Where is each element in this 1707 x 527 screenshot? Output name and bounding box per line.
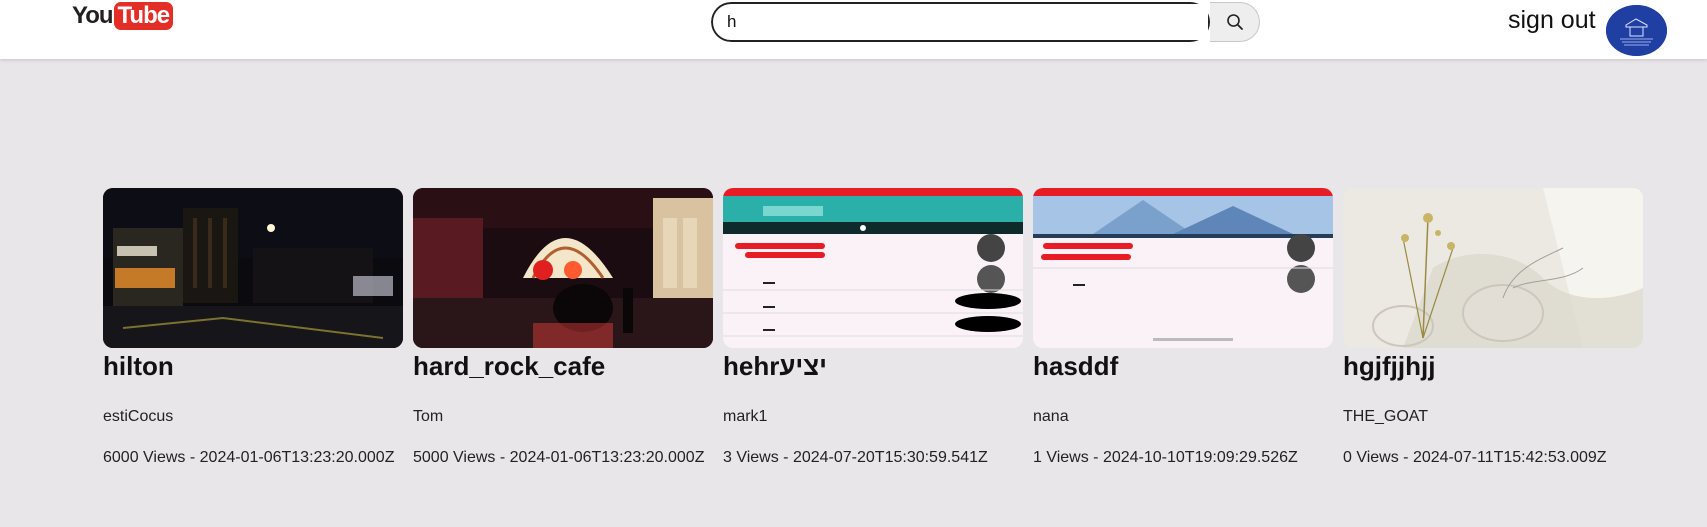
video-thumbnail[interactable] [413,188,713,348]
top-navigation-bar: You Tube sign out [0,0,1707,59]
video-meta: 3 Views - 2024-07-20T15:30:59.541Z [723,449,988,466]
search-icon [1226,13,1244,31]
video-author: Tom [413,408,444,425]
video-author: THE_GOAT [1343,408,1429,425]
video-title[interactable]: hard_rock_cafe [413,351,605,382]
search-button[interactable] [1210,2,1260,42]
video-author: nana [1033,408,1069,425]
sign-out-button[interactable]: sign out [1508,6,1596,35]
video-meta: 0 Views - 2024-07-11T15:42:53.009Z [1343,449,1607,466]
avatar[interactable] [1606,5,1667,56]
youtube-logo[interactable]: You Tube [72,2,174,30]
video-thumbnail[interactable] [103,188,403,348]
logo-text-you: You [72,2,114,29]
video-meta: 5000 Views - 2024-01-06T13:23:20.000Z [413,449,705,466]
video-title[interactable]: hehrיציע [723,351,827,382]
video-meta: 6000 Views - 2024-01-06T13:23:20.000Z [103,449,395,466]
logo-text-tube: Tube [113,2,174,30]
video-card[interactable]: hgjfjjhjj THE_GOAT 0 Views - 2024-07-11T… [1343,188,1643,466]
video-thumbnail[interactable] [1343,188,1643,348]
video-author: mark1 [723,408,768,425]
video-thumbnail[interactable] [1033,188,1333,348]
video-card[interactable]: hard_rock_cafe Tom 5000 Views - 2024-01-… [413,188,713,466]
video-meta: 1 Views - 2024-10-10T19:09:29.526Z [1033,449,1298,466]
video-title[interactable]: hgjfjjhjj [1343,351,1435,382]
video-title[interactable]: hilton [103,351,174,382]
video-thumbnail[interactable] [723,188,1023,348]
video-author: estiCocus [103,408,174,425]
user-avatar-icon [1606,5,1667,56]
search-input[interactable] [711,2,1210,42]
video-card[interactable]: hehrיציע mark1 3 Views - 2024-07-20T15:3… [723,188,1023,466]
video-card[interactable]: hilton estiCocus 6000 Views - 2024-01-06… [103,188,403,466]
video-title[interactable]: hasddf [1033,351,1118,382]
search-bar [711,2,1210,42]
video-card[interactable]: hasddf nana 1 Views - 2024-10-10T19:09:2… [1033,188,1333,466]
